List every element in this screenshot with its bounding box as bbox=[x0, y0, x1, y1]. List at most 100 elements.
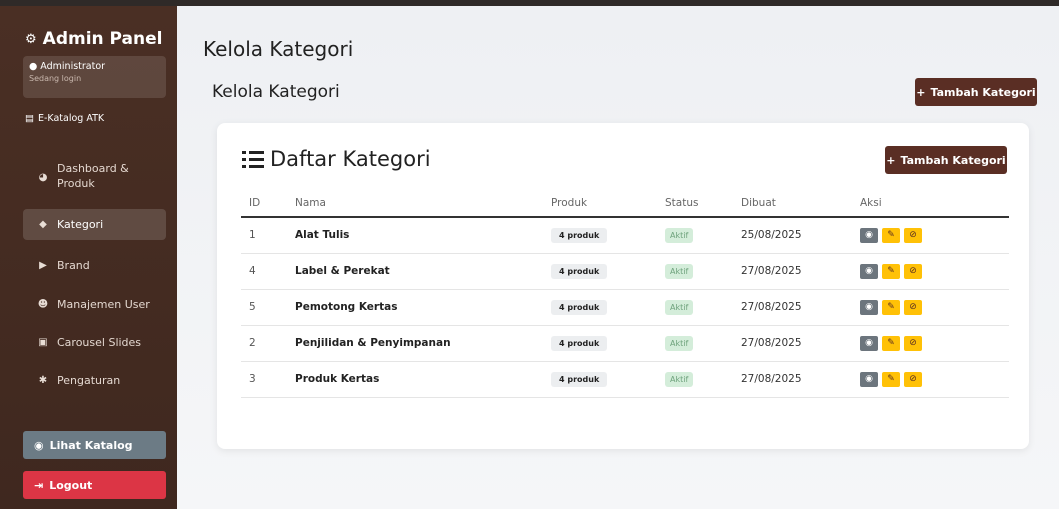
edit-icon: ✎ bbox=[887, 302, 895, 312]
tag-icon: ▶ bbox=[39, 260, 47, 271]
view-button[interactable]: ◉ bbox=[860, 299, 878, 315]
edit-icon: ✎ bbox=[887, 338, 895, 348]
col-produk: Produk bbox=[543, 189, 657, 218]
plus-icon: + bbox=[886, 153, 896, 167]
edit-button[interactable]: ✎ bbox=[882, 263, 900, 279]
row-created: 27/08/2025 bbox=[733, 253, 852, 290]
eye-icon: ◉ bbox=[865, 266, 873, 276]
main-content: Kelola Kategori Kelola Kategori + Tambah… bbox=[177, 6, 1059, 509]
col-dibuat: Dibuat bbox=[733, 189, 852, 218]
eye-slash-icon: ⊘ bbox=[909, 230, 917, 241]
lihat-katalog-label: Lihat Katalog bbox=[49, 438, 133, 452]
add-category-card-button[interactable]: + Tambah Kategori bbox=[885, 146, 1007, 174]
sidebar-item-label-2: Produk bbox=[57, 177, 95, 190]
gear-icon: ✱ bbox=[38, 375, 48, 386]
category-table: ID Nama Produk Status Dibuat Aksi 1 Alat… bbox=[241, 189, 1009, 398]
user-name: Administrator bbox=[40, 61, 106, 72]
row-created: 27/08/2025 bbox=[733, 325, 852, 362]
edit-button[interactable]: ✎ bbox=[882, 299, 900, 315]
row-created: 25/08/2025 bbox=[733, 217, 852, 254]
logout-button[interactable]: ⇥ Logout bbox=[23, 471, 166, 499]
plus-icon: + bbox=[916, 85, 926, 99]
cogs-icon: ⚙ bbox=[25, 31, 37, 47]
sidebar-item-label: Kategori bbox=[57, 218, 104, 231]
edit-button[interactable]: ✎ bbox=[882, 335, 900, 351]
row-id: 5 bbox=[241, 289, 287, 326]
sidebar-item-settings[interactable]: ✱ Pengaturan bbox=[23, 365, 166, 396]
eye-slash-icon: ⊘ bbox=[909, 266, 917, 276]
status-badge: Aktif bbox=[665, 299, 694, 315]
view-button[interactable]: ◉ bbox=[860, 371, 878, 387]
view-button[interactable]: ◉ bbox=[860, 227, 878, 243]
product-count-badge: 4 produk bbox=[551, 371, 608, 387]
product-count-badge: 4 produk bbox=[551, 263, 608, 279]
table-row: 4 Label & Perekat 4 produk Aktif 27/08/2… bbox=[241, 253, 1009, 290]
list-icon bbox=[242, 149, 264, 169]
row-id: 1 bbox=[241, 217, 287, 254]
edit-icon: ✎ bbox=[887, 266, 895, 276]
lihat-katalog-button[interactable]: ◉ Lihat Katalog bbox=[23, 431, 166, 459]
image-icon: ▣ bbox=[38, 337, 48, 348]
layers-icon: ◆ bbox=[39, 219, 47, 230]
edit-button[interactable]: ✎ bbox=[882, 371, 900, 387]
sidebar-item-label: Dashboard & bbox=[57, 162, 129, 176]
row-name: Label & Perekat bbox=[287, 253, 543, 290]
add-category-label: Tambah Kategori bbox=[930, 85, 1036, 99]
store-icon: ▤ bbox=[25, 113, 34, 124]
add-category-card-label: Tambah Kategori bbox=[900, 153, 1006, 167]
users-icon: ☻ bbox=[37, 299, 49, 310]
table-row: 1 Alat Tulis 4 produk Aktif 25/08/2025 ◉… bbox=[241, 217, 1009, 254]
status-badge: Aktif bbox=[665, 335, 694, 351]
view-button[interactable]: ◉ bbox=[860, 263, 878, 279]
catalog-link-label: E-Katalog ATK bbox=[37, 113, 105, 124]
deactivate-button[interactable]: ⊘ bbox=[904, 335, 922, 351]
row-name: Alat Tulis bbox=[287, 217, 543, 254]
brand: ⚙ Admin Panel bbox=[25, 29, 162, 49]
eye-icon: ◉ bbox=[865, 338, 873, 348]
category-card: Daftar Kategori + Tambah Kategori ID Nam… bbox=[217, 123, 1029, 449]
page-title: Kelola Kategori bbox=[203, 37, 354, 61]
sidebar-item-carousel[interactable]: ▣ Carousel Slides bbox=[23, 327, 166, 358]
sidebar-item-brand[interactable]: ▶ Brand bbox=[23, 250, 166, 281]
col-id: ID bbox=[241, 189, 287, 218]
table-row: 5 Pemotong Kertas 4 produk Aktif 27/08/2… bbox=[241, 289, 1009, 326]
sidebar-item-users[interactable]: ☻ Manajemen User bbox=[23, 289, 166, 320]
brand-title: Admin Panel bbox=[42, 29, 163, 49]
eye-icon: ◉ bbox=[34, 438, 44, 452]
eye-icon: ◉ bbox=[865, 374, 873, 384]
section-title: Kelola Kategori bbox=[212, 82, 340, 102]
status-badge: Aktif bbox=[665, 263, 694, 279]
status-badge: Aktif bbox=[665, 227, 694, 243]
table-row: 3 Produk Kertas 4 produk Aktif 27/08/202… bbox=[241, 361, 1009, 398]
product-count-badge: 4 produk bbox=[551, 299, 608, 315]
deactivate-button[interactable]: ⊘ bbox=[904, 371, 922, 387]
eye-icon: ◉ bbox=[865, 230, 873, 241]
dashboard-icon: ◕ bbox=[38, 171, 48, 183]
user-status: Sedang login bbox=[29, 74, 82, 83]
row-created: 27/08/2025 bbox=[733, 361, 852, 398]
logout-label: Logout bbox=[49, 478, 93, 492]
edit-button[interactable]: ✎ bbox=[882, 227, 900, 243]
sidebar-item-kategori[interactable]: ◆ Kategori bbox=[23, 209, 166, 240]
eye-icon: ◉ bbox=[865, 302, 873, 312]
row-id: 4 bbox=[241, 253, 287, 290]
view-button[interactable]: ◉ bbox=[860, 335, 878, 351]
product-count-badge: 4 produk bbox=[551, 227, 608, 243]
sign-out-icon: ⇥ bbox=[34, 478, 44, 492]
add-category-button[interactable]: + Tambah Kategori bbox=[915, 78, 1037, 106]
row-id: 2 bbox=[241, 325, 287, 362]
deactivate-button[interactable]: ⊘ bbox=[904, 227, 922, 243]
catalog-link[interactable]: ▤ E-Katalog ATK bbox=[25, 113, 104, 124]
deactivate-button[interactable]: ⊘ bbox=[904, 263, 922, 279]
card-title-text: Daftar Kategori bbox=[270, 147, 431, 171]
deactivate-button[interactable]: ⊘ bbox=[904, 299, 922, 315]
eye-slash-icon: ⊘ bbox=[909, 374, 917, 384]
sidebar-item-dashboard[interactable]: ◕ Dashboard & Produk bbox=[23, 156, 166, 198]
row-created: 27/08/2025 bbox=[733, 289, 852, 326]
card-title: Daftar Kategori bbox=[242, 147, 431, 171]
row-name: Penjilidan & Penyimpanan bbox=[287, 325, 543, 362]
edit-icon: ✎ bbox=[887, 374, 895, 384]
eye-slash-icon: ⊘ bbox=[909, 302, 917, 312]
table-header-row: ID Nama Produk Status Dibuat Aksi bbox=[241, 189, 1009, 218]
status-badge: Aktif bbox=[665, 371, 694, 387]
